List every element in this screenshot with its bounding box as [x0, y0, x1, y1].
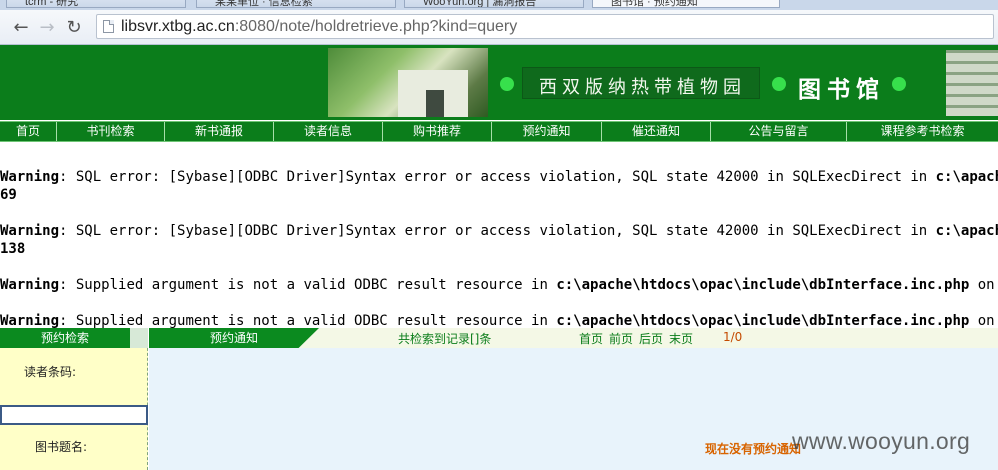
- back-button[interactable]: ←: [10, 16, 32, 38]
- warning-text: : Supplied argument is not a valid ODBC …: [59, 313, 557, 329]
- tab-title: WooYun.org | 漏洞报告: [423, 0, 537, 8]
- nav-item-reader-info[interactable]: 读者信息: [273, 122, 382, 141]
- green-dot-icon: [500, 77, 514, 91]
- nav-item-return-reminder[interactable]: 催还通知: [601, 122, 710, 141]
- nav-label: 课程参考书检索: [880, 124, 965, 138]
- nav-item-catalog-search[interactable]: 书刊检索: [56, 122, 164, 141]
- pager-next-link[interactable]: 后页: [639, 330, 663, 347]
- warning-text: : SQL error: [Sybase][ODBC Driver]Syntax…: [59, 169, 936, 185]
- book-title-label: 图书题名:: [35, 440, 88, 454]
- tab-title: 图书馆 · 预约通知: [611, 0, 698, 8]
- site-title: 西双版纳热带植物园: [539, 77, 746, 98]
- building-door: [426, 90, 444, 117]
- pager-first-link[interactable]: 首页: [579, 330, 603, 347]
- nav-item-course-books[interactable]: 课程参考书检索: [846, 122, 998, 141]
- nav-label: 催还通知: [631, 124, 680, 138]
- tab-reservation-notice: 预约通知: [149, 328, 319, 348]
- warning-tail: on line: [977, 313, 998, 329]
- nav-item-reservation-notice[interactable]: 预约通知: [491, 122, 601, 141]
- warning-path: c:\apache\htd: [935, 223, 998, 239]
- reload-button[interactable]: ↻: [63, 16, 85, 38]
- nav-label: 读者信息: [303, 124, 352, 138]
- nav-label: 购书推荐: [412, 124, 461, 138]
- url-host: libsvr.xtbg.ac.cn: [121, 18, 235, 35]
- bookshelf-photo: [946, 50, 998, 116]
- warning-path: c:\apache\htdocs\opac\include\dbInterfac…: [556, 313, 970, 329]
- nav-label: 首页: [15, 124, 40, 138]
- library-title: 图书馆: [798, 76, 885, 103]
- nav-item-announcements[interactable]: 公告与留言: [710, 122, 846, 141]
- result-count: 共检索到记录[]条: [398, 332, 492, 346]
- nav-item-purchase-suggest[interactable]: 购书推荐: [382, 122, 491, 141]
- nav-label: 公告与留言: [748, 124, 809, 138]
- reservation-search-title: 预约检索: [0, 328, 130, 348]
- reader-barcode-input[interactable]: [0, 405, 148, 425]
- tab-title: tcrm - 研究: [25, 0, 79, 8]
- page-icon: [103, 20, 114, 33]
- tab-title: 某某单位 · 信息检索: [215, 0, 313, 8]
- pager-prev-link[interactable]: 前页: [609, 330, 633, 347]
- browser-tab-strip: tcrm - 研究 某某单位 · 信息检索 WooYun.org | 漏洞报告 …: [0, 0, 998, 10]
- nav-label: 预约通知: [522, 124, 571, 138]
- url-text[interactable]: libsvr.xtbg.ac.cn:8080/note/holdretrieve…: [121, 18, 517, 36]
- page-indicator: 1/0: [723, 330, 743, 344]
- arrow-left-icon: ←: [13, 16, 29, 38]
- warning-prefix: Warning: [0, 223, 60, 239]
- warning-line-number: 138: [0, 241, 26, 257]
- site-banner: 西双版纳热带植物园 图书馆: [0, 45, 998, 120]
- warning-tail: on line: [977, 277, 998, 293]
- nav-item-new-books[interactable]: 新书通报: [164, 122, 273, 141]
- warning-prefix: Warning: [0, 313, 60, 329]
- warning-text: : Supplied argument is not a valid ODBC …: [59, 277, 557, 293]
- reload-icon: ↻: [66, 16, 82, 38]
- browser-tab[interactable]: WooYun.org | 漏洞报告: [404, 0, 584, 8]
- warning-path: c:\apache\htdocs\opac\include\dbInterfac…: [556, 277, 970, 293]
- main-nav: 首页 书刊检索 新书通报 读者信息 购书推荐 预约通知 催还通知 公告与留言 课…: [0, 121, 998, 142]
- warning-message: Warning: SQL error: [Sybase][ODBC Driver…: [0, 168, 998, 204]
- panel-header-ext: [130, 328, 148, 348]
- warning-line-number: 69: [0, 187, 17, 203]
- green-dot-icon: [892, 77, 906, 91]
- warning-message: Warning: Supplied argument is not a vali…: [0, 276, 998, 294]
- url-path: :8080/note/holdretrieve.php?kind=query: [234, 18, 518, 35]
- building-photo: [328, 48, 488, 117]
- nav-label: 新书通报: [194, 124, 243, 138]
- nav-item-home[interactable]: 首页: [0, 122, 56, 141]
- warning-message: Warning: SQL error: [Sybase][ODBC Driver…: [0, 222, 998, 258]
- site-title-box: 西双版纳热带植物园: [522, 67, 760, 99]
- reader-barcode-label: 读者条码:: [24, 365, 77, 379]
- warning-text: : SQL error: [Sybase][ODBC Driver]Syntax…: [59, 223, 936, 239]
- watermark: www.wooyun.org: [792, 428, 971, 454]
- browser-tab[interactable]: tcrm - 研究: [6, 0, 186, 8]
- nav-label: 书刊检索: [86, 124, 135, 138]
- browser-tab-active[interactable]: 图书馆 · 预约通知: [592, 0, 780, 8]
- browser-tab[interactable]: 某某单位 · 信息检索: [196, 0, 396, 8]
- pager-last-link[interactable]: 末页: [669, 330, 693, 347]
- empty-message: 现在没有预约通知: [705, 442, 802, 456]
- reservation-search-panel: 预约检索 读者条码: 图书题名:: [0, 328, 148, 470]
- warning-prefix: Warning: [0, 277, 60, 293]
- results-header: 预约通知 共检索到记录[]条 首页 前页 后页 末页 1/0: [149, 328, 998, 348]
- warning-path: c:\apache\htd: [935, 169, 998, 185]
- forward-button[interactable]: →: [36, 16, 58, 38]
- green-dot-icon: [772, 77, 786, 91]
- address-bar[interactable]: libsvr.xtbg.ac.cn:8080/note/holdretrieve…: [96, 14, 994, 39]
- warning-prefix: Warning: [0, 169, 60, 185]
- arrow-right-icon: →: [39, 16, 55, 38]
- browser-toolbar: ← → ↻ libsvr.xtbg.ac.cn:8080/note/holdre…: [0, 10, 998, 45]
